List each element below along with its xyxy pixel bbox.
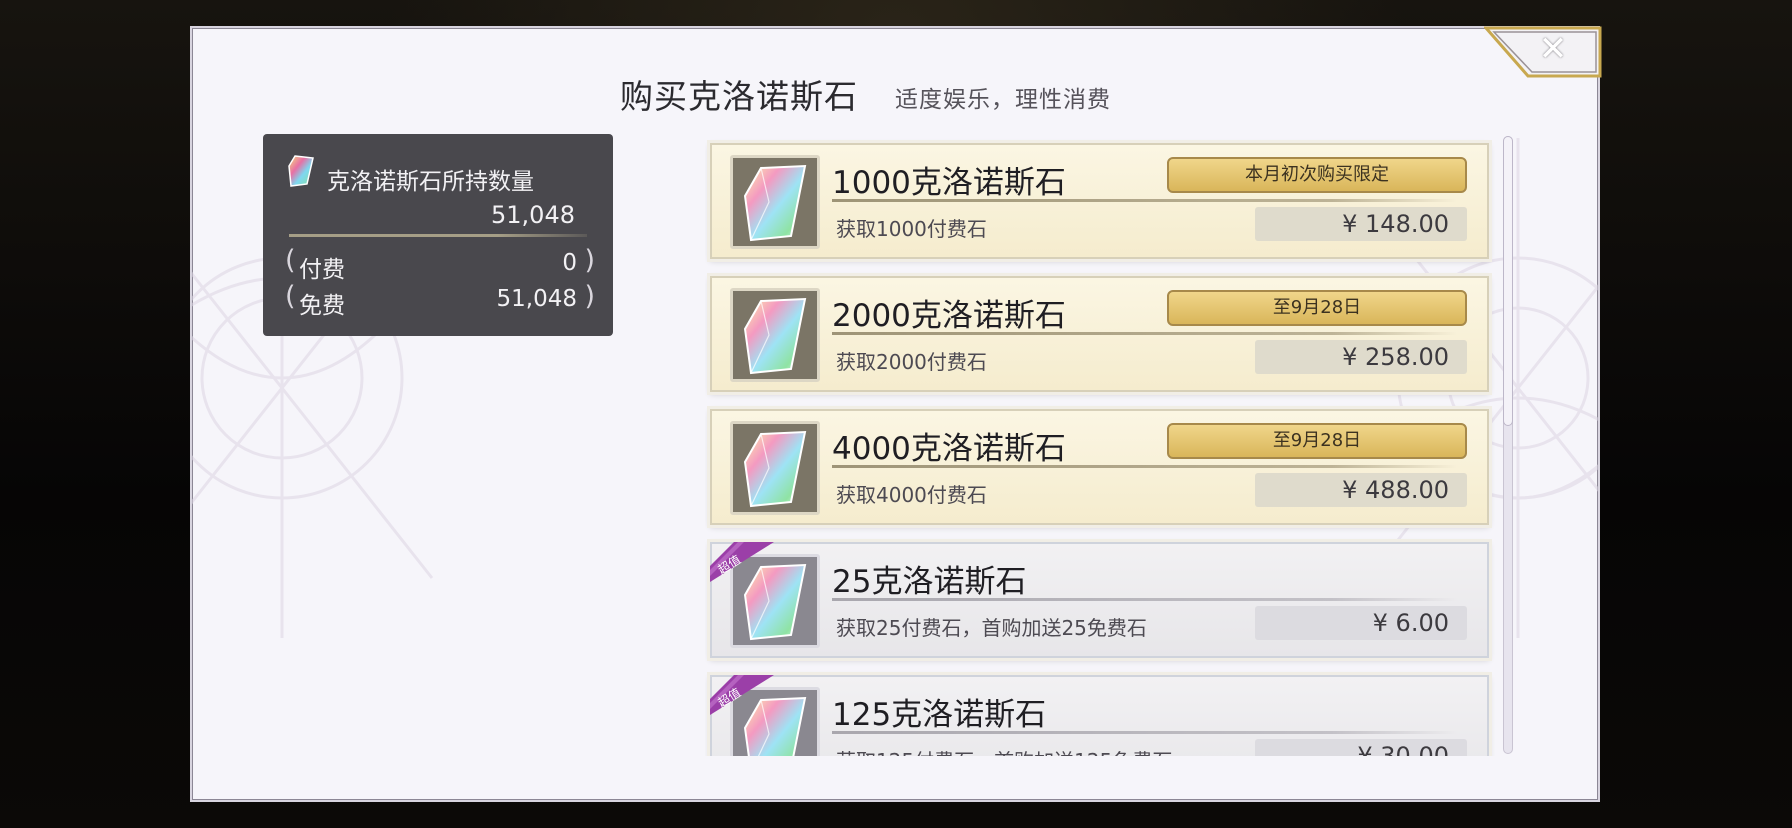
product-description: 获取4000付费石 (836, 483, 987, 507)
product-description: 获取1000付费石 (836, 217, 987, 241)
product-name-divider (832, 731, 1457, 734)
product-item[interactable]: 4000克洛诺斯石 获取4000付费石 至9月28日 ¥ 488.00 (710, 409, 1489, 525)
chronos-stone-icon (743, 164, 807, 242)
limited-offer-badge: 本月初次购买限定 (1167, 157, 1467, 193)
price-button[interactable]: ¥ 258.00 (1255, 340, 1467, 374)
dialog-subtitle: 适度娱乐，理性消费 (895, 87, 1111, 113)
free-value: 51,048 (496, 286, 577, 312)
free-label: 免费 (299, 293, 345, 319)
value-ribbon-icon: 超值 (710, 675, 774, 715)
product-item[interactable]: 超值 25克洛诺斯石 获取25付费石，首购加送25免费石 ¥ 6.00 (710, 542, 1489, 658)
product-name-divider (832, 332, 1457, 335)
holdings-divider (289, 234, 587, 237)
product-thumbnail (730, 288, 820, 382)
product-name: 125克洛诺斯石 (832, 697, 1047, 733)
product-description: 获取25付费石，首购加送25免费石 (836, 616, 1147, 640)
product-name: 4000克洛诺斯石 (832, 431, 1066, 467)
product-name-divider (832, 465, 1457, 468)
free-stones-row: ( 免费 51,048 ) (285, 281, 595, 319)
product-description: 获取2000付费石 (836, 350, 987, 374)
scroll-thumb[interactable] (1503, 136, 1513, 426)
limited-offer-badge: 至9月28日 (1167, 290, 1467, 326)
price-button[interactable]: ¥ 30.00 (1255, 739, 1467, 756)
stone-holdings-panel: 克洛诺斯石所持数量 51,048 ( 付费 0 ) ( 免费 51,048 ) (263, 134, 613, 336)
paid-value: 0 (562, 250, 577, 276)
limited-offer-badge: 至9月28日 (1167, 423, 1467, 459)
product-item[interactable]: 超值 125克洛诺斯石 获取125付费石，首购加送125免费石 ¥ 30.00 (710, 675, 1489, 756)
holdings-label: 克洛诺斯石所持数量 (327, 169, 534, 195)
chronos-stone-icon (743, 430, 807, 508)
paid-stones-row: ( 付费 0 ) (285, 245, 595, 283)
chronos-stone-icon (288, 155, 314, 187)
price-button[interactable]: ¥ 488.00 (1255, 473, 1467, 507)
product-list[interactable]: 1000克洛诺斯石 获取1000付费石 本月初次购买限定 ¥ 148.00 20… (705, 138, 1495, 756)
product-name-divider (832, 199, 1457, 202)
dialog-title: 购买克洛诺斯石 (620, 77, 858, 116)
value-ribbon-icon: 超值 (710, 542, 774, 582)
holdings-total: 51,048 (491, 201, 575, 229)
chronos-stone-icon (743, 297, 807, 375)
product-name: 25克洛诺斯石 (832, 564, 1027, 600)
paren-open: ( (285, 281, 296, 312)
paren-close: ) (584, 245, 595, 276)
close-icon[interactable]: ✕ (1536, 32, 1570, 66)
product-name-divider (832, 598, 1457, 601)
product-description: 获取125付费石，首购加送125免费石 (836, 745, 1172, 756)
product-item[interactable]: 1000克洛诺斯石 获取1000付费石 本月初次购买限定 ¥ 148.00 (710, 143, 1489, 259)
price-button[interactable]: ¥ 6.00 (1255, 606, 1467, 640)
product-item[interactable]: 2000克洛诺斯石 获取2000付费石 至9月28日 ¥ 258.00 (710, 276, 1489, 392)
paid-label: 付费 (299, 257, 345, 283)
list-scrollbar[interactable] (1500, 136, 1516, 754)
product-thumbnail (730, 421, 820, 515)
paren-open: ( (285, 245, 296, 276)
price-button[interactable]: ¥ 148.00 (1255, 207, 1467, 241)
product-thumbnail (730, 155, 820, 249)
product-name: 2000克洛诺斯石 (832, 298, 1066, 334)
product-name: 1000克洛诺斯石 (832, 165, 1066, 201)
paren-close: ) (584, 281, 595, 312)
